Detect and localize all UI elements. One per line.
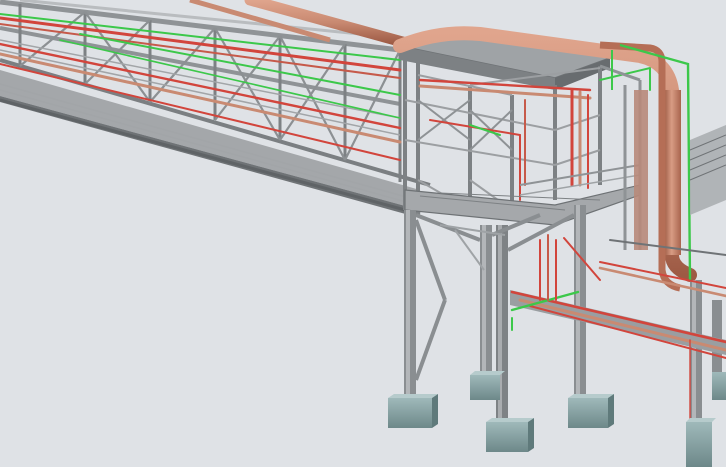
background — [0, 0, 726, 467]
3d-viewport[interactable] — [0, 0, 726, 467]
pipe-rack-model — [0, 0, 726, 467]
